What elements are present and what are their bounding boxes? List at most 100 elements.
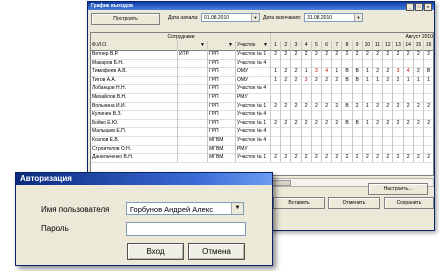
column-header-section[interactable]: Участок ▼ <box>236 41 271 50</box>
category-cell[interactable] <box>178 118 208 128</box>
day-cell[interactable] <box>312 84 322 93</box>
password-field[interactable] <box>126 222 246 236</box>
position-cell[interactable]: МГВМ <box>208 136 236 145</box>
day-cell[interactable] <box>424 145 433 154</box>
day-column-header[interactable]: 3 <box>291 41 302 50</box>
category-cell[interactable] <box>178 75 208 85</box>
day-cell[interactable] <box>404 127 414 136</box>
day-cell[interactable] <box>373 110 384 119</box>
day-cell[interactable]: 2 <box>414 118 424 128</box>
day-cell[interactable] <box>342 58 353 68</box>
day-cell[interactable] <box>281 136 292 145</box>
day-cell[interactable] <box>322 127 333 136</box>
day-cell[interactable] <box>332 84 343 93</box>
day-cell[interactable]: 2 <box>302 50 312 59</box>
day-cell[interactable] <box>393 136 404 145</box>
day-cell[interactable] <box>393 110 404 119</box>
day-column-header[interactable]: 16 <box>424 41 433 50</box>
day-cell[interactable] <box>312 136 322 145</box>
day-cell[interactable] <box>271 127 282 136</box>
chevron-down-icon[interactable]: ▼ <box>251 14 259 21</box>
column-header-fio[interactable]: Ф.И.О. <box>91 41 178 50</box>
day-cell[interactable] <box>271 93 282 102</box>
day-cell[interactable] <box>291 136 302 145</box>
day-cell[interactable] <box>281 58 292 68</box>
day-cell[interactable] <box>363 136 373 145</box>
day-column-header[interactable]: 10 <box>363 41 373 50</box>
cancel-button[interactable]: Отмена <box>188 243 245 260</box>
day-column-header[interactable]: 15 <box>414 41 424 50</box>
day-cell[interactable] <box>414 110 424 119</box>
day-cell[interactable] <box>363 84 373 93</box>
category-cell[interactable] <box>178 67 208 76</box>
category-cell[interactable] <box>178 144 208 154</box>
day-column-header[interactable]: 8 <box>342 41 353 50</box>
day-cell[interactable] <box>393 144 404 154</box>
end-date-picker[interactable]: 31.08.2010 ▼ <box>304 13 363 22</box>
close-icon[interactable]: × <box>424 3 432 11</box>
day-cell[interactable]: 2 <box>332 101 343 111</box>
day-cell[interactable]: 2 <box>271 50 282 59</box>
day-cell[interactable]: 2 <box>312 101 322 111</box>
section-cell[interactable]: Участок № 1 <box>236 50 271 59</box>
build-button[interactable]: Построить <box>91 13 160 25</box>
day-cell[interactable]: 1 <box>302 67 312 76</box>
day-cell[interactable] <box>353 84 363 93</box>
day-cell[interactable]: 2 <box>322 50 333 59</box>
day-cell[interactable] <box>424 59 433 68</box>
day-cell[interactable] <box>424 136 433 145</box>
day-cell[interactable] <box>342 127 353 136</box>
employee-name-cell[interactable]: Кулинин В.З. <box>91 110 178 119</box>
day-cell[interactable] <box>363 127 373 136</box>
day-cell[interactable] <box>312 58 322 68</box>
day-cell[interactable]: 2 <box>291 50 302 59</box>
day-cell[interactable]: 2 <box>291 153 302 162</box>
schedule-grid[interactable]: Сотрудники Август 2010 Ф.И.О. ▼ ▼ Участо… <box>90 32 434 176</box>
day-column-header[interactable]: 5 <box>312 41 322 50</box>
category-cell[interactable]: ИТР <box>178 50 208 59</box>
day-cell[interactable]: 2 <box>424 102 433 111</box>
day-cell[interactable]: В <box>342 75 353 85</box>
day-cell[interactable]: В <box>342 101 353 111</box>
day-cell[interactable] <box>322 93 333 102</box>
day-cell[interactable] <box>404 144 414 154</box>
day-cell[interactable] <box>373 84 384 93</box>
day-cell[interactable] <box>332 110 343 119</box>
day-cell[interactable]: 1 <box>363 75 373 85</box>
day-cell[interactable]: 1 <box>373 75 384 85</box>
section-cell[interactable]: РМУ <box>236 93 271 102</box>
filter-arrow-icon[interactable]: ▼ <box>228 41 233 50</box>
day-cell[interactable] <box>404 84 414 93</box>
day-cell[interactable] <box>332 144 343 154</box>
day-cell[interactable]: 2 <box>404 118 414 128</box>
day-cell[interactable] <box>332 93 343 102</box>
day-cell[interactable]: 2 <box>342 153 353 162</box>
day-cell[interactable]: 2 <box>281 153 292 162</box>
day-cell[interactable] <box>393 84 404 93</box>
day-cell[interactable]: 2 <box>383 67 394 76</box>
day-cell[interactable]: В <box>342 67 353 76</box>
day-cell[interactable]: 1 <box>363 118 373 128</box>
day-cell[interactable]: 2 <box>393 118 404 128</box>
category-cell[interactable] <box>178 127 208 136</box>
position-cell[interactable]: ГРП <box>208 84 236 93</box>
day-cell[interactable] <box>383 127 394 136</box>
day-column-header[interactable]: 4 <box>302 41 312 50</box>
day-cell[interactable]: 2 <box>363 153 373 162</box>
day-cell[interactable]: 2 <box>424 153 433 162</box>
day-cell[interactable]: 2 <box>404 153 414 162</box>
day-column-header[interactable]: 6 <box>322 41 333 50</box>
position-cell[interactable]: МГВМ <box>208 144 236 154</box>
day-cell[interactable] <box>322 136 333 145</box>
position-cell[interactable]: ГРП <box>208 75 236 85</box>
day-cell[interactable]: 2 <box>383 75 394 85</box>
day-cell[interactable] <box>291 93 302 102</box>
day-column-header[interactable]: 7 <box>332 41 343 50</box>
username-select[interactable]: Горбунов Андрей Алекс ▼ <box>126 202 244 215</box>
day-cell[interactable] <box>404 110 414 119</box>
day-cell[interactable] <box>291 58 302 68</box>
day-cell[interactable]: В <box>353 75 363 85</box>
filter-arrow-icon[interactable]: ▼ <box>263 41 268 50</box>
category-cell[interactable] <box>178 58 208 68</box>
employee-name-cell[interactable]: Ветнер В.Р. <box>91 50 178 59</box>
